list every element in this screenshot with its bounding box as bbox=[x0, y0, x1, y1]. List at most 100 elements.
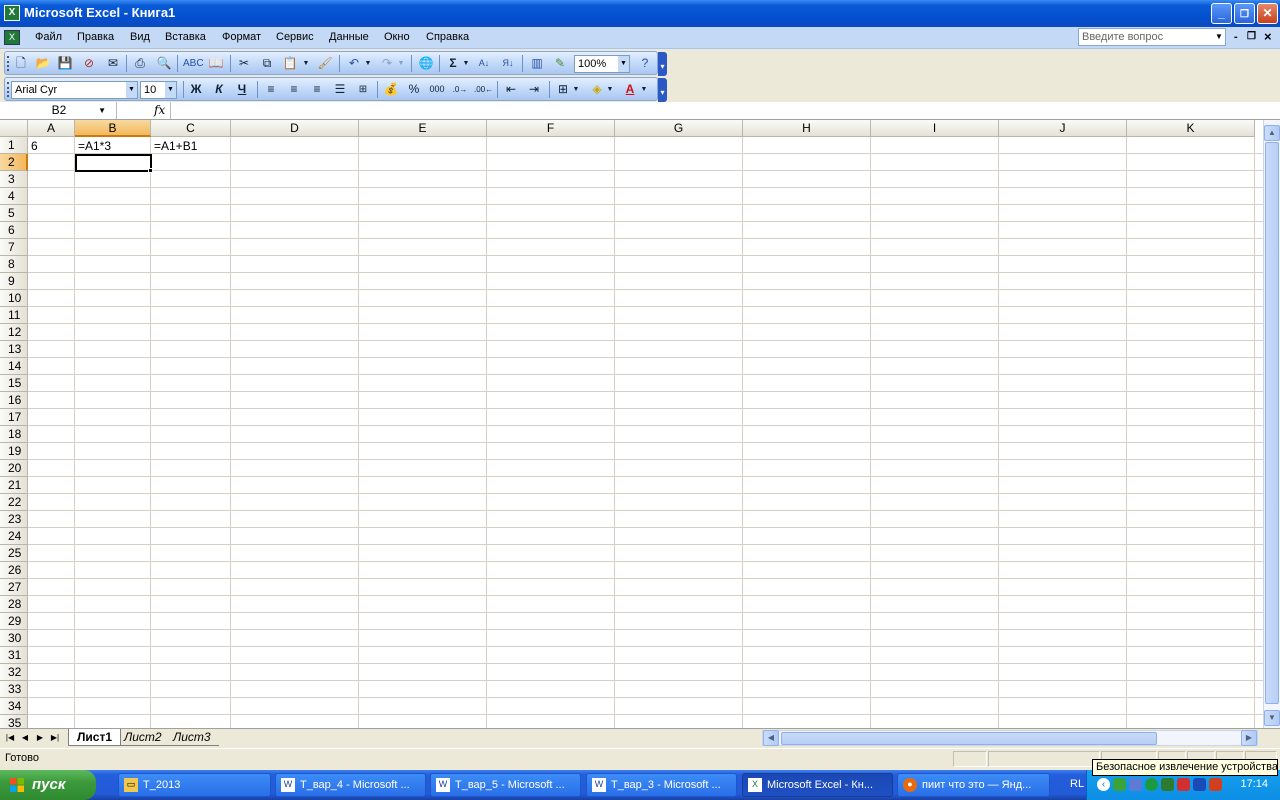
horizontal-scroll-thumb[interactable] bbox=[781, 732, 1157, 745]
permission-icon[interactable]: ⊘ bbox=[80, 55, 98, 72]
chevron-down-icon[interactable]: ▼ bbox=[396, 55, 406, 72]
worksheet-grid[interactable]: ABCDEFGHIJK 1 2 3 4 5 6 7 8 9 10 11 12 13 14 15 16 17 18 1… bbox=[0, 120, 1263, 728]
row-header-32[interactable]: 32 bbox=[0, 664, 28, 681]
align-center-icon[interactable]: ≡ bbox=[285, 81, 303, 98]
insert-function-icon[interactable]: fx bbox=[154, 102, 165, 119]
column-header-a[interactable]: A bbox=[28, 120, 75, 137]
show-hidden-icons-button[interactable]: ‹ bbox=[1097, 778, 1110, 791]
chevron-down-icon[interactable]: ▼ bbox=[639, 81, 649, 98]
row-header-22[interactable]: 22 bbox=[0, 494, 28, 511]
column-header-i[interactable]: I bbox=[871, 120, 999, 137]
scroll-left-icon[interactable]: ◀ bbox=[763, 730, 779, 746]
close-button[interactable]: ✕ bbox=[1257, 3, 1278, 24]
row-header-33[interactable]: 33 bbox=[0, 681, 28, 698]
column-header-b[interactable]: B bbox=[75, 120, 151, 137]
redo-icon[interactable]: ↷ bbox=[378, 55, 396, 72]
justify-icon[interactable]: ☰ bbox=[331, 81, 349, 98]
row-header-18[interactable]: 18 bbox=[0, 426, 28, 443]
cell-C1[interactable]: =A1+B1 bbox=[152, 138, 231, 155]
doc-restore-button[interactable]: ❐ bbox=[1247, 31, 1256, 42]
help-icon[interactable]: ? bbox=[636, 55, 654, 72]
hyperlink-icon[interactable]: 🌐 bbox=[417, 55, 435, 72]
scroll-down-icon[interactable]: ▼ bbox=[1264, 710, 1280, 726]
task-folder[interactable]: ▭ T_2013 bbox=[118, 773, 271, 797]
clock[interactable]: 17:14 bbox=[1240, 778, 1268, 790]
column-header-k[interactable]: K bbox=[1127, 120, 1255, 137]
row-header-31[interactable]: 31 bbox=[0, 647, 28, 664]
fill-handle[interactable] bbox=[148, 168, 153, 173]
row-header-13[interactable]: 13 bbox=[0, 341, 28, 358]
column-header-d[interactable]: D bbox=[231, 120, 359, 137]
row-header-14[interactable]: 14 bbox=[0, 358, 28, 375]
maximize-button[interactable]: ❐ bbox=[1234, 3, 1255, 24]
column-header-g[interactable]: G bbox=[615, 120, 743, 137]
chevron-down-icon[interactable]: ▼ bbox=[618, 56, 629, 72]
row-header-17[interactable]: 17 bbox=[0, 409, 28, 426]
formula-input[interactable] bbox=[170, 102, 1280, 119]
copy-icon[interactable]: ⧉ bbox=[258, 55, 276, 72]
security-icon[interactable] bbox=[1209, 778, 1222, 791]
cell-A1[interactable]: 6 bbox=[29, 138, 75, 155]
row-header-24[interactable]: 24 bbox=[0, 528, 28, 545]
font-select[interactable]: Arial Cyr ▼ bbox=[11, 81, 138, 99]
row-header-6[interactable]: 6 bbox=[0, 222, 28, 239]
row-header-25[interactable]: 25 bbox=[0, 545, 28, 562]
print-preview-icon[interactable]: 🔍 bbox=[155, 55, 173, 72]
row-header-35[interactable]: 35 bbox=[0, 715, 28, 728]
decrease-indent-icon[interactable]: ⇤ bbox=[502, 81, 520, 98]
prev-sheet-icon[interactable]: ◀ bbox=[18, 731, 32, 745]
chevron-down-icon[interactable]: ▼ bbox=[605, 81, 615, 98]
horizontal-scrollbar[interactable]: ◀ ▶ bbox=[762, 730, 1258, 746]
menu-tools[interactable]: Сервис bbox=[276, 31, 314, 43]
chevron-down-icon[interactable]: ▼ bbox=[571, 81, 581, 98]
chevron-down-icon[interactable]: ▼ bbox=[461, 55, 471, 72]
chart-wizard-icon[interactable]: ▥ bbox=[528, 55, 546, 72]
bluetooth-icon[interactable] bbox=[1193, 778, 1206, 791]
column-header-e[interactable]: E bbox=[359, 120, 487, 137]
italic-button[interactable]: К bbox=[210, 81, 228, 98]
doc-minimize-button[interactable]: - bbox=[1234, 31, 1238, 43]
row-header-1[interactable]: 1 bbox=[0, 137, 28, 154]
currency-icon[interactable]: 💰 bbox=[382, 81, 400, 98]
task-firefox[interactable]: ● пиит что это — Янд... bbox=[897, 773, 1050, 797]
scroll-up-icon[interactable]: ▲ bbox=[1264, 125, 1280, 141]
fill-color-icon[interactable]: ◈ bbox=[588, 81, 606, 98]
row-header-19[interactable]: 19 bbox=[0, 443, 28, 460]
thousands-button[interactable]: 000 bbox=[428, 81, 446, 98]
row-header-16[interactable]: 16 bbox=[0, 392, 28, 409]
workbook-icon[interactable]: X bbox=[4, 30, 20, 45]
active-cell[interactable] bbox=[75, 154, 152, 172]
chevron-down-icon[interactable]: ▼ bbox=[165, 82, 176, 98]
language-indicator[interactable]: RL bbox=[1070, 778, 1084, 790]
utorrent-icon[interactable] bbox=[1145, 778, 1158, 791]
toolbar-grip[interactable] bbox=[7, 56, 10, 71]
row-header-11[interactable]: 11 bbox=[0, 307, 28, 324]
paste-icon[interactable]: 📋 bbox=[281, 55, 299, 72]
vertical-scrollbar[interactable]: ▲ ▼ bbox=[1263, 120, 1280, 728]
row-header-21[interactable]: 21 bbox=[0, 477, 28, 494]
column-header-j[interactable]: J bbox=[999, 120, 1127, 137]
print-icon[interactable]: ⎙ bbox=[131, 55, 149, 72]
new-icon[interactable]: 🗋 bbox=[12, 55, 30, 72]
task-word-5[interactable]: W Т_вар_5 - Microsoft ... bbox=[430, 773, 581, 797]
next-sheet-icon[interactable]: ▶ bbox=[33, 731, 47, 745]
row-header-27[interactable]: 27 bbox=[0, 579, 28, 596]
increase-decimal-icon[interactable]: .0→ bbox=[451, 81, 469, 98]
borders-icon[interactable]: ⊞ bbox=[554, 81, 572, 98]
undo-icon[interactable]: ↶ bbox=[345, 55, 363, 72]
bold-button[interactable]: Ж bbox=[187, 81, 205, 98]
sheet-tab-2[interactable]: Лист2 bbox=[116, 729, 170, 746]
minimize-button[interactable]: _ bbox=[1211, 3, 1232, 24]
last-sheet-icon[interactable]: ▶| bbox=[48, 731, 62, 745]
drawing-icon[interactable]: ✎ bbox=[551, 55, 569, 72]
select-all-button[interactable] bbox=[0, 120, 28, 137]
row-header-26[interactable]: 26 bbox=[0, 562, 28, 579]
font-color-icon[interactable]: A bbox=[621, 81, 639, 98]
column-header-h[interactable]: H bbox=[743, 120, 871, 137]
align-right-icon[interactable]: ≡ bbox=[308, 81, 326, 98]
row-header-15[interactable]: 15 bbox=[0, 375, 28, 392]
sort-descending-icon[interactable]: Я↓ bbox=[499, 55, 517, 72]
merge-center-icon[interactable]: ⊞ bbox=[354, 81, 372, 98]
title-bar[interactable]: X Microsoft Excel - Книга1 _ ❐ ✕ bbox=[0, 0, 1280, 27]
name-box[interactable]: B2 ▼ bbox=[2, 102, 117, 119]
